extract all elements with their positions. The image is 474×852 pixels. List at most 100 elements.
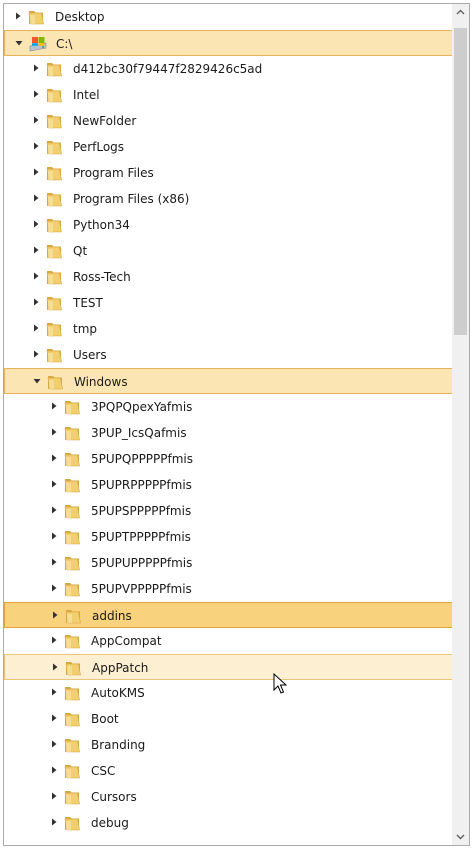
scroll-up-button[interactable] bbox=[452, 4, 469, 21]
expand-arrow-icon bbox=[34, 142, 39, 150]
tree-item[interactable]: PerfLogs bbox=[4, 134, 453, 160]
expand-arrow-icon[interactable] bbox=[48, 712, 60, 724]
scrollbar-thumb[interactable] bbox=[454, 28, 467, 335]
expand-arrow-icon[interactable] bbox=[48, 426, 60, 438]
expand-arrow-icon[interactable] bbox=[48, 764, 60, 776]
expand-arrow-icon[interactable] bbox=[30, 140, 42, 152]
folder-icon bbox=[45, 189, 65, 209]
expand-arrow-icon bbox=[52, 428, 57, 436]
folder-tree-panel: Desktop C:\ d412bc30f79447f2829426c5ad Inte… bbox=[3, 3, 470, 846]
tree-item[interactable]: Desktop bbox=[4, 4, 453, 30]
tree-item[interactable]: TEST bbox=[4, 290, 453, 316]
tree-item[interactable]: Cursors bbox=[4, 784, 453, 810]
expand-arrow-icon[interactable] bbox=[48, 686, 60, 698]
tree-item[interactable]: 5PUPSPPPPPfmis bbox=[4, 498, 453, 524]
expand-arrow-icon[interactable] bbox=[30, 322, 42, 334]
expand-arrow-icon bbox=[16, 12, 21, 20]
folder-icon bbox=[64, 606, 84, 626]
expand-arrow-icon[interactable] bbox=[30, 114, 42, 126]
folder-icon bbox=[63, 449, 83, 469]
vertical-scrollbar[interactable] bbox=[452, 4, 469, 845]
tree-item-label: addins bbox=[92, 609, 132, 623]
tree-item[interactable]: AppPatch bbox=[4, 654, 453, 680]
scroll-down-button[interactable] bbox=[452, 828, 469, 845]
tree-item[interactable]: tmp bbox=[4, 316, 453, 342]
expand-arrow-icon bbox=[52, 402, 57, 410]
tree-item-label: debug bbox=[91, 816, 129, 830]
expand-arrow-icon[interactable] bbox=[30, 296, 42, 308]
folder-icon bbox=[45, 293, 65, 313]
tree-item[interactable]: 5PUPTPPPPPfmis bbox=[4, 524, 453, 550]
expand-arrow-icon[interactable] bbox=[30, 244, 42, 256]
tree-item[interactable]: NewFolder bbox=[4, 108, 453, 134]
expand-arrow-icon[interactable] bbox=[48, 634, 60, 646]
tree-item[interactable]: C:\ bbox=[4, 30, 453, 56]
tree-item-label: AppCompat bbox=[91, 634, 162, 648]
expand-arrow-icon bbox=[34, 194, 39, 202]
tree-item[interactable]: CSC bbox=[4, 758, 453, 784]
folder-icon bbox=[63, 501, 83, 521]
collapse-arrow-icon[interactable] bbox=[31, 375, 43, 387]
tree-item[interactable]: 5PUPRPPPPPfmis bbox=[4, 472, 453, 498]
tree-item[interactable]: 3PUP_IcsQafmis bbox=[4, 420, 453, 446]
folder-icon bbox=[63, 527, 83, 547]
expand-arrow-icon[interactable] bbox=[48, 556, 60, 568]
expand-arrow-icon[interactable] bbox=[30, 270, 42, 282]
expand-arrow-icon[interactable] bbox=[30, 62, 42, 74]
tree-item[interactable]: Branding bbox=[4, 732, 453, 758]
expand-arrow-icon[interactable] bbox=[48, 582, 60, 594]
expand-arrow-icon[interactable] bbox=[49, 661, 61, 673]
expand-arrow-icon[interactable] bbox=[30, 166, 42, 178]
tree-item[interactable]: Qt bbox=[4, 238, 453, 264]
expand-arrow-icon[interactable] bbox=[48, 816, 60, 828]
tree-item[interactable]: Program Files (x86) bbox=[4, 186, 453, 212]
folder-icon bbox=[63, 397, 83, 417]
folder-icon bbox=[45, 267, 65, 287]
expand-arrow-icon[interactable] bbox=[48, 530, 60, 542]
expand-arrow-icon[interactable] bbox=[48, 452, 60, 464]
tree-item-label: Branding bbox=[91, 738, 146, 752]
tree-item[interactable]: Boot bbox=[4, 706, 453, 732]
expand-arrow-icon[interactable] bbox=[48, 738, 60, 750]
folder-icon bbox=[45, 163, 65, 183]
tree-item[interactable]: 5PUPUPPPPPfmis bbox=[4, 550, 453, 576]
expand-arrow-icon bbox=[52, 818, 57, 826]
folder-icon bbox=[45, 137, 65, 157]
tree-item[interactable]: Windows bbox=[4, 368, 453, 394]
folder-icon bbox=[63, 735, 83, 755]
tree-item-label: CSC bbox=[91, 764, 116, 778]
expand-arrow-icon[interactable] bbox=[48, 504, 60, 516]
expand-arrow-icon[interactable] bbox=[30, 348, 42, 360]
drive-icon bbox=[28, 34, 48, 54]
tree-item[interactable]: addins bbox=[4, 602, 453, 628]
tree-item[interactable]: 5PUPVPPPPPfmis bbox=[4, 576, 453, 602]
tree-item[interactable]: 3PQPQpexYafmis bbox=[4, 394, 453, 420]
expand-arrow-icon bbox=[34, 220, 39, 228]
tree-item[interactable]: Python34 bbox=[4, 212, 453, 238]
tree-item[interactable]: Intel bbox=[4, 82, 453, 108]
tree-item-label: Qt bbox=[73, 244, 88, 258]
tree-item[interactable]: debug bbox=[4, 810, 453, 836]
tree-item[interactable]: d412bc30f79447f2829426c5ad bbox=[4, 56, 453, 82]
expand-arrow-icon[interactable] bbox=[48, 478, 60, 490]
tree-item[interactable]: AutoKMS bbox=[4, 680, 453, 706]
expand-arrow-icon[interactable] bbox=[30, 192, 42, 204]
expand-arrow-icon[interactable] bbox=[48, 400, 60, 412]
expand-arrow-icon[interactable] bbox=[12, 10, 24, 22]
collapse-arrow-icon[interactable] bbox=[13, 37, 25, 49]
expand-arrow-icon bbox=[34, 324, 39, 332]
expand-arrow-icon bbox=[52, 792, 57, 800]
tree-item[interactable]: AppCompat bbox=[4, 628, 453, 654]
tree-item[interactable]: Ross-Tech bbox=[4, 264, 453, 290]
tree-item-label: 5PUPQPPPPPfmis bbox=[91, 452, 194, 466]
expand-arrow-icon[interactable] bbox=[49, 609, 61, 621]
tree-item[interactable]: Users bbox=[4, 342, 453, 368]
folder-icon bbox=[63, 813, 83, 833]
expand-arrow-icon[interactable] bbox=[30, 218, 42, 230]
folder-icon bbox=[64, 658, 84, 678]
tree-item-label: 5PUPRPPPPPfmis bbox=[91, 478, 192, 492]
tree-item[interactable]: 5PUPQPPPPPfmis bbox=[4, 446, 453, 472]
expand-arrow-icon[interactable] bbox=[48, 790, 60, 802]
expand-arrow-icon[interactable] bbox=[30, 88, 42, 100]
tree-item[interactable]: Program Files bbox=[4, 160, 453, 186]
